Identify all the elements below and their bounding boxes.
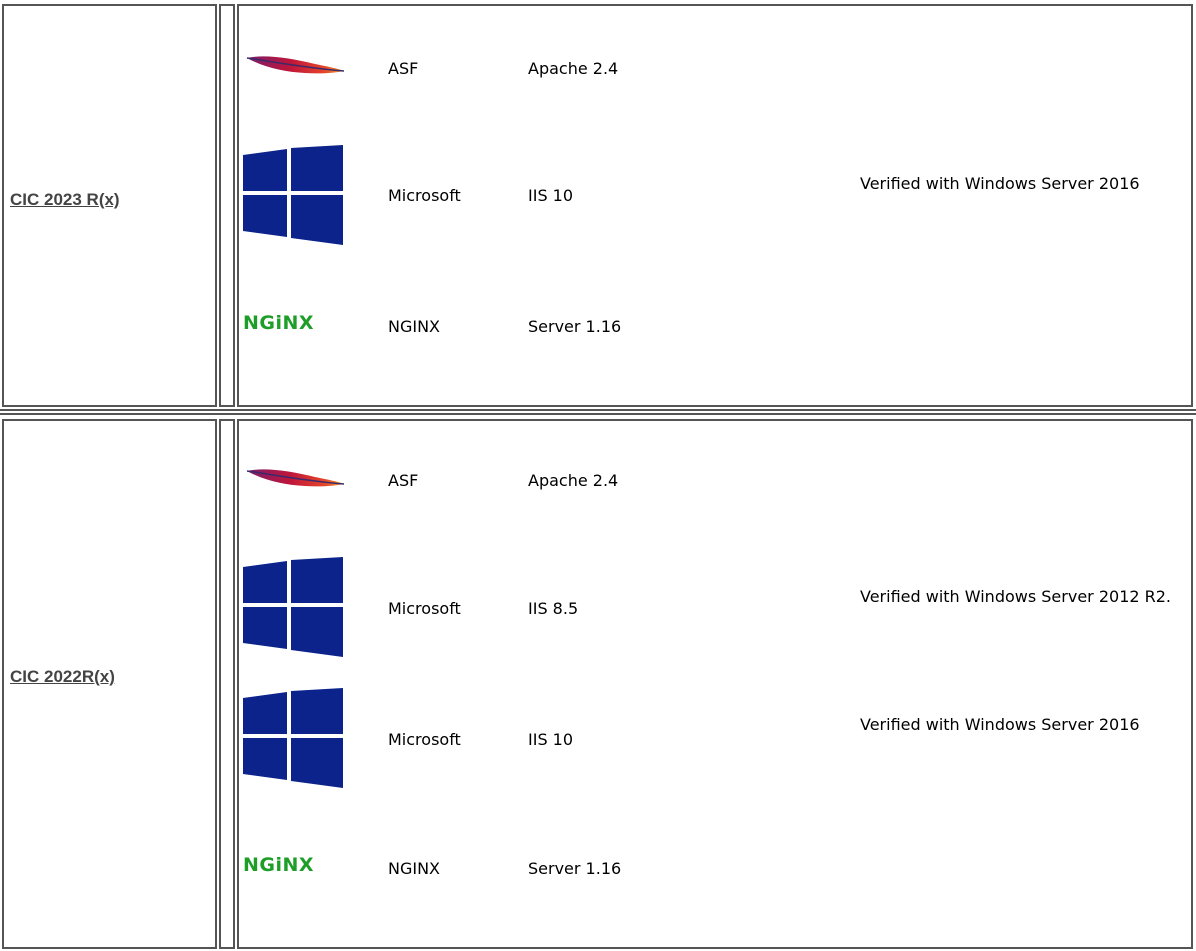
vendor-cell: Microsoft [388, 186, 461, 205]
version-link-2022[interactable]: CIC 2022R(x) [10, 667, 115, 687]
vendor-cell: NGINX [388, 859, 441, 878]
notes-cell: Verified with Windows Server 2016 [860, 174, 1140, 193]
nginx-logo: NGiNX [243, 312, 315, 334]
vendor-cell: ASF [388, 59, 419, 78]
vendor-cell: Microsoft [388, 599, 461, 618]
product-cell: IIS 10 [528, 730, 574, 749]
products-cell-2023 [237, 4, 1193, 407]
vendor-cell: Microsoft [388, 730, 461, 749]
version-link-2023[interactable]: CIC 2023 R(x) [10, 190, 120, 210]
row-separator [0, 409, 1196, 411]
product-cell: IIS 8.5 [528, 599, 579, 618]
product-cell: Apache 2.4 [528, 59, 619, 78]
windows-logo-icon [243, 688, 343, 788]
vendor-cell: ASF [388, 471, 419, 490]
products-cell-2022 [237, 419, 1193, 949]
windows-logo-icon [243, 557, 343, 657]
spacer-cell-2022 [219, 419, 235, 949]
row-separator [0, 413, 1196, 415]
product-cell: Apache 2.4 [528, 471, 619, 490]
apache-feather-icon [246, 56, 345, 74]
spacer-cell-2023 [219, 4, 235, 407]
apache-feather-icon [246, 469, 345, 487]
notes-cell: Verified with Windows Server 2016 [860, 715, 1140, 734]
vendor-cell: NGINX [388, 317, 441, 336]
product-cell: IIS 10 [528, 186, 574, 205]
product-cell: Server 1.16 [528, 317, 622, 336]
windows-logo-icon [243, 145, 343, 245]
notes-cell: Verified with Windows Server 2012 R2. [860, 587, 1172, 606]
nginx-logo: NGiNX [243, 854, 315, 876]
product-cell: Server 1.16 [528, 859, 622, 878]
